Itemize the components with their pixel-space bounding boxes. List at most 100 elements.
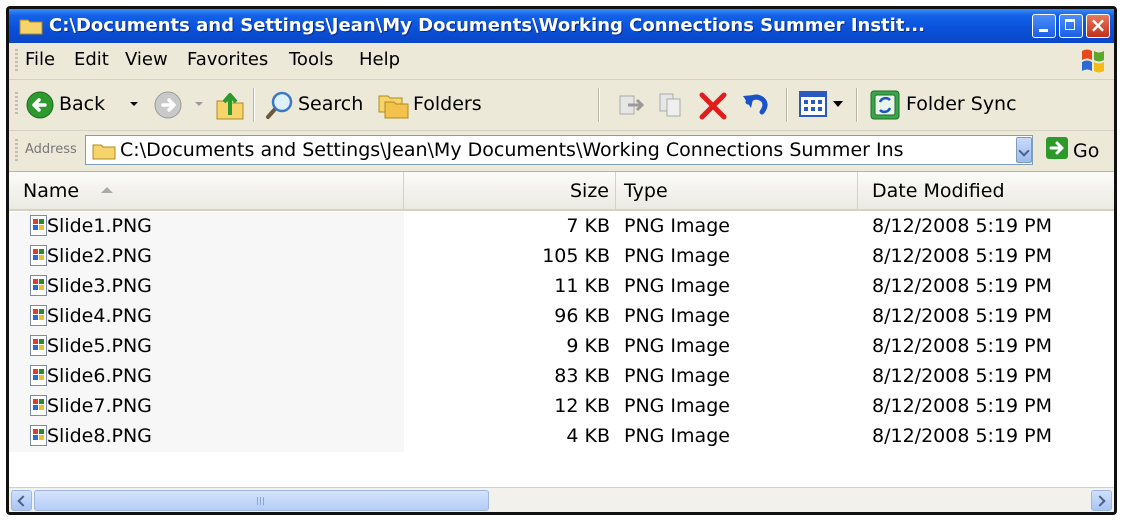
file-name: Slide7.PNG	[47, 395, 152, 417]
column-header-size[interactable]: Size	[404, 172, 616, 209]
undo-icon[interactable]	[740, 90, 772, 122]
go-arrow-icon[interactable]	[1046, 137, 1068, 159]
close-icon: ×	[1089, 13, 1107, 37]
file-row[interactable]: Slide7.PNG 12 KB PNG Image 8/12/2008 5:1…	[9, 392, 1114, 422]
toolbar-grip[interactable]	[15, 92, 18, 116]
scroll-left-button[interactable]	[11, 490, 32, 511]
file-date: 8/12/2008 5:19 PM	[872, 425, 1053, 447]
minimize-button[interactable]	[1032, 14, 1056, 38]
png-image-icon	[30, 215, 47, 236]
folders-label[interactable]: Folders	[413, 93, 482, 115]
menu-edit[interactable]: Edit	[74, 49, 109, 70]
list-header: Name Size Type Date Modified	[9, 172, 1114, 211]
toolbar-separator	[786, 88, 788, 122]
close-button[interactable]: ×	[1086, 13, 1110, 38]
png-image-icon	[30, 335, 47, 356]
file-size: 11 KB	[554, 275, 610, 297]
address-bar: Address C:\Documents and Settings\Jean\M…	[9, 131, 1114, 172]
column-header-name-label: Name	[23, 180, 80, 202]
forward-dropdown-icon[interactable]	[195, 102, 203, 106]
file-size: 12 KB	[554, 395, 610, 417]
back-label[interactable]: Back	[59, 93, 105, 115]
back-arrow-icon[interactable]	[25, 90, 55, 120]
menu-help[interactable]: Help	[359, 49, 400, 70]
file-date: 8/12/2008 5:19 PM	[872, 245, 1053, 267]
magnifier-icon[interactable]	[263, 89, 295, 121]
menu-view[interactable]: View	[125, 49, 168, 70]
maximize-button[interactable]	[1059, 14, 1083, 38]
file-type: PNG Image	[624, 245, 730, 267]
file-size: 105 KB	[542, 245, 610, 267]
png-image-icon	[30, 425, 47, 446]
explorer-window: C:\Documents and Settings\Jean\My Docume…	[6, 6, 1117, 515]
file-date: 8/12/2008 5:19 PM	[872, 275, 1053, 297]
windows-logo-icon	[1082, 49, 1104, 73]
png-image-icon	[30, 365, 47, 386]
title-bar[interactable]: C:\Documents and Settings\Jean\My Docume…	[9, 9, 1114, 43]
menu-file[interactable]: File	[25, 49, 55, 70]
address-dropdown-button[interactable]	[1016, 137, 1032, 163]
file-size: 96 KB	[554, 305, 610, 327]
file-row[interactable]: Slide4.PNG 96 KB PNG Image 8/12/2008 5:1…	[9, 302, 1114, 332]
sort-ascending-icon	[101, 187, 113, 193]
address-input[interactable]: C:\Documents and Settings\Jean\My Docume…	[85, 135, 1033, 165]
folders-icon[interactable]	[377, 90, 409, 120]
file-row[interactable]: Slide1.PNG 7 KB PNG Image 8/12/2008 5:19…	[9, 212, 1114, 242]
column-header-size-label: Size	[569, 180, 609, 202]
address-label: Address	[25, 142, 77, 157]
file-type: PNG Image	[624, 425, 730, 447]
menu-favorites[interactable]: Favorites	[187, 49, 268, 70]
views-dropdown-icon[interactable]	[833, 101, 843, 107]
delete-x-icon[interactable]	[697, 90, 729, 122]
folder-sync-label[interactable]: Folder Sync	[906, 93, 1017, 115]
horizontal-scrollbar[interactable]	[9, 487, 1114, 512]
file-type: PNG Image	[624, 395, 730, 417]
file-date: 8/12/2008 5:19 PM	[872, 305, 1053, 327]
file-date: 8/12/2008 5:19 PM	[872, 365, 1053, 387]
file-size: 9 KB	[566, 335, 610, 357]
file-name: Slide4.PNG	[47, 305, 152, 327]
file-name: Slide8.PNG	[47, 425, 152, 447]
column-header-type-label: Type	[624, 180, 668, 202]
file-size: 4 KB	[566, 425, 610, 447]
file-date: 8/12/2008 5:19 PM	[872, 335, 1053, 357]
address-value: C:\Documents and Settings\Jean\My Docume…	[120, 139, 904, 161]
file-row[interactable]: Slide6.PNG 83 KB PNG Image 8/12/2008 5:1…	[9, 362, 1114, 392]
scroll-right-button[interactable]	[1091, 490, 1112, 511]
file-type: PNG Image	[624, 215, 730, 237]
column-header-name[interactable]: Name	[9, 172, 404, 209]
file-name: Slide2.PNG	[47, 245, 152, 267]
folder-icon	[92, 144, 116, 160]
png-image-icon	[30, 395, 47, 416]
go-button[interactable]: Go	[1073, 140, 1099, 162]
search-label[interactable]: Search	[298, 93, 363, 115]
back-dropdown-icon[interactable]	[130, 102, 138, 106]
toolbar-separator	[856, 88, 858, 122]
copy-to-icon[interactable]	[657, 90, 687, 120]
file-name: Slide5.PNG	[47, 335, 152, 357]
file-row[interactable]: Slide3.PNG 11 KB PNG Image 8/12/2008 5:1…	[9, 272, 1114, 302]
views-icon[interactable]	[799, 91, 827, 117]
address-grip[interactable]	[15, 139, 18, 163]
file-row[interactable]: Slide2.PNG 105 KB PNG Image 8/12/2008 5:…	[9, 242, 1114, 272]
standard-toolbar: Back Search Folders Folder Sync	[9, 80, 1114, 131]
folder-icon	[19, 19, 43, 35]
column-header-date[interactable]: Date Modified	[858, 172, 1114, 209]
file-row[interactable]: Slide8.PNG 4 KB PNG Image 8/12/2008 5:19…	[9, 422, 1114, 452]
file-list: Slide1.PNG 7 KB PNG Image 8/12/2008 5:19…	[9, 212, 1114, 452]
up-folder-icon[interactable]	[215, 89, 245, 121]
scroll-thumb[interactable]	[34, 490, 489, 511]
menu-grip[interactable]	[15, 49, 18, 73]
file-type: PNG Image	[624, 365, 730, 387]
forward-arrow-icon[interactable]	[153, 90, 183, 120]
file-type: PNG Image	[624, 275, 730, 297]
file-row[interactable]: Slide5.PNG 9 KB PNG Image 8/12/2008 5:19…	[9, 332, 1114, 362]
file-name: Slide1.PNG	[47, 215, 152, 237]
column-header-date-label: Date Modified	[872, 180, 1005, 202]
toolbar-separator	[253, 88, 255, 122]
folder-sync-icon[interactable]	[869, 89, 901, 121]
menu-tools[interactable]: Tools	[289, 49, 333, 70]
column-header-type[interactable]: Type	[616, 172, 858, 209]
png-image-icon	[30, 245, 47, 266]
move-to-icon[interactable]	[616, 90, 646, 120]
